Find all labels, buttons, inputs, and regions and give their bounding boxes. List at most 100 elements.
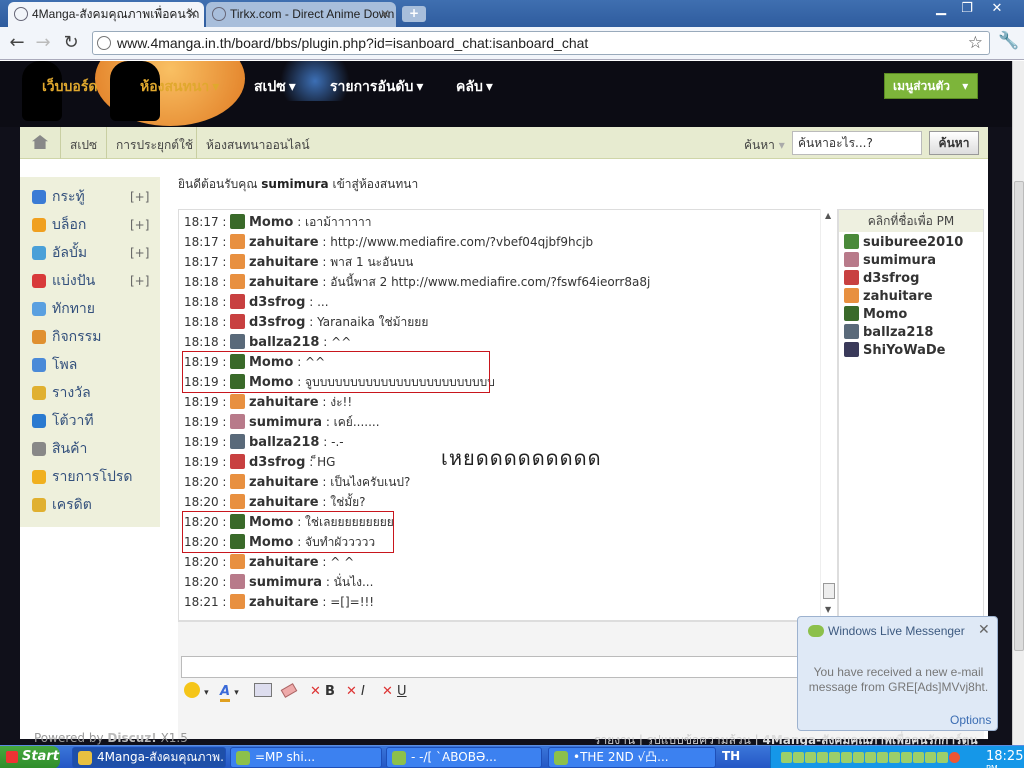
chat-username[interactable]: sumimura bbox=[249, 575, 322, 590]
close-icon[interactable]: ✕ bbox=[188, 2, 198, 26]
sidebar-item[interactable]: สินค้า bbox=[30, 437, 156, 461]
smiley-icon[interactable]: ▾ bbox=[184, 682, 209, 702]
font-color-icon[interactable]: A ▾ bbox=[220, 682, 239, 702]
start-button[interactable]: Start bbox=[0, 746, 60, 768]
underline-button[interactable]: ✕ U bbox=[382, 682, 407, 702]
sidebar-item[interactable]: กิจกรรม bbox=[30, 325, 156, 349]
online-user[interactable]: d3sfrog bbox=[844, 270, 919, 288]
search-button[interactable]: ค้นหา bbox=[929, 131, 979, 155]
sidebar-item[interactable]: แบ่งปัน [+] bbox=[30, 269, 156, 293]
chat-username[interactable]: zahuitare bbox=[249, 255, 319, 270]
italic-button[interactable]: ✕ I bbox=[346, 682, 365, 702]
language-indicator[interactable]: TH bbox=[722, 749, 740, 763]
clock[interactable]: 18:25 PM bbox=[986, 749, 1024, 768]
breadcrumb-chatroom[interactable]: ห้องสนทนาออนไลน์ bbox=[206, 136, 310, 155]
nav-space[interactable]: สเปซ ▾ bbox=[254, 76, 299, 98]
messenger-body[interactable]: You have received a new e-mail message f… bbox=[806, 665, 991, 695]
home-icon[interactable] bbox=[32, 135, 48, 149]
sidebar-item[interactable]: รายการโปรด bbox=[30, 465, 156, 489]
star-icon[interactable]: ☆ bbox=[968, 32, 983, 54]
chat-username[interactable]: zahuitare bbox=[249, 595, 319, 610]
chat-username[interactable]: Momo bbox=[249, 215, 293, 230]
chat-scrollbar[interactable]: ▲ ▼ bbox=[820, 209, 837, 621]
chat-username[interactable]: sumimura bbox=[249, 415, 322, 430]
restore-icon[interactable]: ❐ bbox=[952, 0, 982, 20]
chat-username[interactable]: zahuitare bbox=[249, 475, 319, 490]
sidebar-item[interactable]: ทักทาย bbox=[30, 297, 156, 321]
wrench-icon[interactable]: 🔧 bbox=[998, 31, 1019, 51]
chat-username[interactable]: zahuitare bbox=[249, 495, 319, 510]
footer-link-report[interactable]: รายงาน bbox=[594, 733, 635, 745]
scroll-thumb[interactable] bbox=[823, 583, 835, 599]
scroll-up-icon[interactable]: ▲ bbox=[825, 211, 831, 220]
tray-app-icon[interactable] bbox=[901, 752, 912, 763]
page-scroll-thumb[interactable] bbox=[1014, 181, 1024, 651]
expand-button[interactable]: [+] bbox=[130, 185, 149, 209]
chat-username[interactable]: d3sfrog bbox=[249, 295, 305, 310]
tray-app-icon[interactable] bbox=[913, 752, 924, 763]
new-tab-button[interactable]: + bbox=[402, 6, 426, 22]
sidebar-item[interactable]: เครดิต bbox=[30, 493, 156, 517]
tray-app-icon[interactable] bbox=[781, 752, 792, 763]
online-user[interactable]: zahuitare bbox=[844, 288, 933, 306]
tray-app-icon[interactable] bbox=[889, 752, 900, 763]
expand-button[interactable]: [+] bbox=[130, 213, 149, 237]
my-menu-button[interactable]: เมนูส่วนตัว ▾ bbox=[884, 73, 978, 99]
search-type-select[interactable]: ค้นหา ▾ bbox=[744, 136, 785, 155]
tray-app-icon[interactable] bbox=[853, 752, 864, 763]
online-user[interactable]: sumimura bbox=[844, 252, 936, 270]
nav-chatroom[interactable]: ห้องสนทนา ▾ bbox=[140, 76, 222, 98]
nav-ranking[interactable]: รายการอันดับ ▾ bbox=[330, 76, 426, 98]
bold-button[interactable]: ✕ B bbox=[310, 682, 335, 702]
sidebar-item[interactable]: รางวัล bbox=[30, 381, 156, 405]
chat-username[interactable]: d3sfrog bbox=[249, 315, 305, 330]
online-user[interactable]: ballza218 bbox=[844, 324, 933, 342]
tray-app-icon[interactable] bbox=[805, 752, 816, 763]
discuz-link[interactable]: Discuz! bbox=[107, 731, 156, 745]
back-icon[interactable]: ← bbox=[6, 32, 28, 54]
taskbar-item-messenger-1[interactable]: =MP shi... bbox=[230, 747, 382, 768]
tray-app-icon[interactable] bbox=[937, 752, 948, 763]
footer-link-plaintext[interactable]: รูปแบบข้อความล้วน bbox=[647, 733, 751, 745]
taskbar-item-chrome[interactable]: 4Manga-สังคมคุณภาพ... bbox=[72, 747, 226, 768]
browser-tab-active[interactable]: 4Manga-สังคมคุณภาพเพื่อคนรัก ✕ bbox=[8, 2, 204, 27]
sidebar-item[interactable]: อัลบั้ม [+] bbox=[30, 241, 156, 265]
tray-app-icon[interactable] bbox=[877, 752, 888, 763]
sidebar-item[interactable]: กระทู้ [+] bbox=[30, 185, 156, 209]
browser-tab-inactive[interactable]: Tirkx.com - Direct Anime Down ✕ bbox=[206, 2, 396, 27]
sidebar-item[interactable]: บล็อก [+] bbox=[30, 213, 156, 237]
forward-icon[interactable]: → bbox=[32, 32, 54, 54]
expand-button[interactable]: [+] bbox=[130, 269, 149, 293]
tray-app-icon[interactable] bbox=[865, 752, 876, 763]
chat-username[interactable]: zahuitare bbox=[249, 235, 319, 250]
breadcrumb-space[interactable]: สเปซ bbox=[70, 136, 97, 155]
expand-button[interactable]: [+] bbox=[130, 241, 149, 265]
scroll-down-icon[interactable]: ▼ bbox=[825, 605, 831, 614]
footer-link-site[interactable]: 4Manga-สังคมคุณภาพเพื่อคนรักการ์ตูน bbox=[763, 733, 978, 745]
address-bar[interactable]: www.4manga.in.th/board/bbs/plugin.php?id… bbox=[92, 31, 990, 55]
close-icon[interactable]: ✕ bbox=[978, 621, 990, 638]
sidebar-item[interactable]: โต้วาที bbox=[30, 409, 156, 433]
tray-app-icon[interactable] bbox=[841, 752, 852, 763]
eraser-icon[interactable] bbox=[280, 682, 298, 702]
nav-club[interactable]: คลับ ▾ bbox=[456, 76, 496, 98]
chat-username[interactable]: zahuitare bbox=[249, 555, 319, 570]
messenger-popup[interactable]: Windows Live Messenger ✕ You have receiv… bbox=[797, 616, 998, 731]
close-window-icon[interactable]: ✕ bbox=[982, 0, 1012, 20]
alert-icon[interactable] bbox=[949, 752, 960, 763]
sidebar-item[interactable]: โพล bbox=[30, 353, 156, 377]
page-scrollbar[interactable] bbox=[1012, 61, 1024, 745]
tray-app-icon[interactable] bbox=[793, 752, 804, 763]
close-icon[interactable]: ✕ bbox=[380, 2, 390, 26]
chat-username[interactable]: ballza218 bbox=[249, 335, 319, 350]
reload-icon[interactable]: ↻ bbox=[60, 32, 82, 54]
chat-username[interactable]: zahuitare bbox=[249, 395, 319, 410]
online-user[interactable]: suiburee2010 bbox=[844, 234, 963, 252]
online-user[interactable]: Momo bbox=[844, 306, 907, 324]
chat-username[interactable]: d3sfrog bbox=[249, 455, 305, 470]
chat-username[interactable]: zahuitare bbox=[249, 275, 319, 290]
nav-webboard[interactable]: เว็บบอร์ด bbox=[42, 76, 100, 98]
image-icon[interactable] bbox=[254, 682, 272, 702]
online-user[interactable]: ShiYoWaDe bbox=[844, 342, 945, 360]
breadcrumb-apps[interactable]: การประยุกต์ใช้ bbox=[116, 136, 193, 155]
